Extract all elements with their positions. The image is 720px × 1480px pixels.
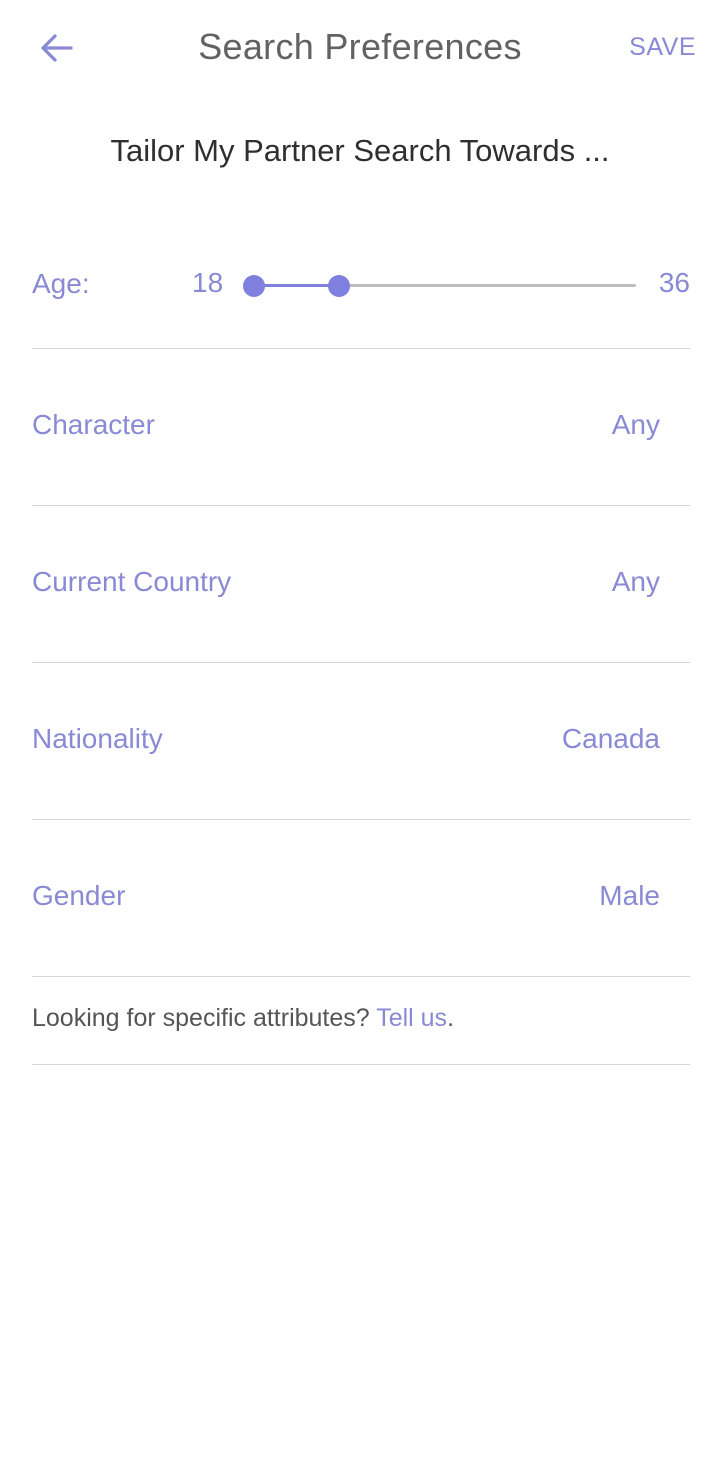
tell-us-link[interactable]: Tell us <box>376 1004 447 1032</box>
preference-label: Nationality <box>32 723 163 754</box>
search-subtitle: Tailor My Partner Search Towards ... <box>110 133 610 168</box>
slider-thumb-high[interactable] <box>327 275 350 297</box>
age-range-row: Age: 18 36 <box>32 240 690 349</box>
preference-row-character[interactable]: Character Any <box>32 349 690 506</box>
preference-value: Canada <box>561 723 660 754</box>
age-max-value: 36 <box>658 267 690 298</box>
slider-selected-range <box>254 284 339 287</box>
preference-value: Any <box>611 566 660 597</box>
page-title: Search Preferences <box>198 26 522 67</box>
preference-value: Male <box>599 880 660 911</box>
feedback-text: Looking for specific attributes? Tell us… <box>32 1004 454 1033</box>
slider-thumb-low[interactable] <box>243 275 265 297</box>
preference-row-nationality[interactable]: Nationality Canada <box>32 663 690 820</box>
preference-row-gender[interactable]: Gender Male <box>32 820 690 977</box>
preference-label: Current Country <box>32 566 232 597</box>
feedback-prompt: Looking for specific attributes? <box>32 1004 377 1032</box>
preference-row-current-country[interactable]: Current Country Any <box>32 506 690 663</box>
save-button[interactable]: SAVE <box>629 33 696 62</box>
feedback-row: Looking for specific attributes? Tell us… <box>32 977 690 1065</box>
preference-label: Character <box>32 409 155 440</box>
age-label: Age: <box>32 268 90 299</box>
preference-label: Gender <box>32 880 126 911</box>
app-header: Search Preferences SAVE <box>0 0 720 96</box>
feedback-suffix: . <box>447 1004 455 1032</box>
age-min-value: 18 <box>192 267 224 298</box>
preference-value: Any <box>611 409 660 440</box>
age-range-slider[interactable] <box>242 274 636 298</box>
